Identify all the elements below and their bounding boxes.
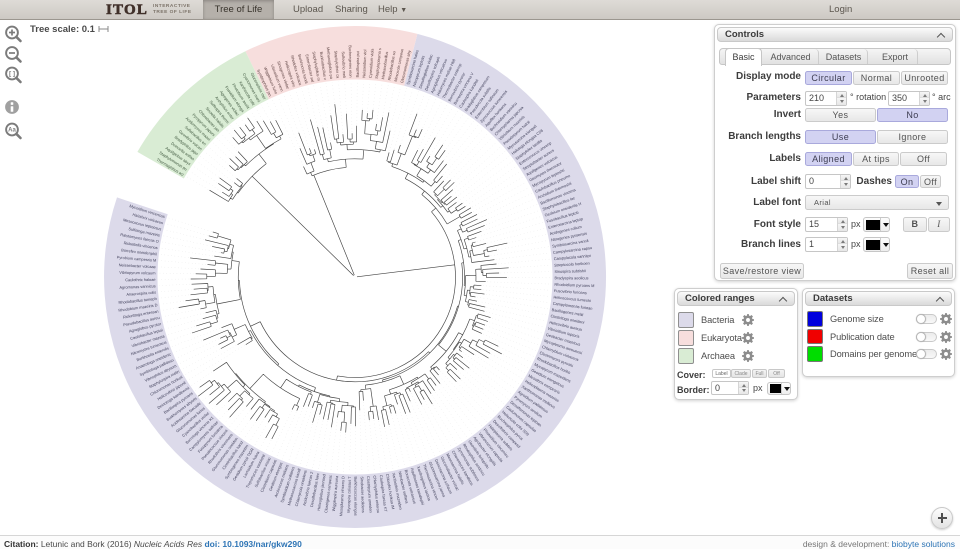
svg-text:Bradyspira aeolicus: Bradyspira aeolicus bbox=[554, 275, 588, 280]
svg-text:Buchnegenes elon: Buchnegenes elon bbox=[348, 45, 354, 77]
svg-text:Vibriopyrum volcaum: Vibriopyrum volcaum bbox=[119, 270, 155, 276]
svg-text:Burkhococcus elongas: Burkhococcus elongas bbox=[353, 476, 358, 515]
svg-text:Sinospira subtishii: Sinospira subtishii bbox=[554, 268, 586, 274]
svg-text:Bacillospira put: Bacillospira put bbox=[355, 50, 360, 77]
svg-text:[ ]: [ ] bbox=[9, 71, 15, 78]
svg-text:Caulothrix haloae: Caulothrix haloae bbox=[125, 277, 155, 282]
svg-text:Mycospira coliosus T: Mycospira coliosus T bbox=[346, 476, 352, 513]
svg-text:Aa: Aa bbox=[8, 128, 16, 134]
